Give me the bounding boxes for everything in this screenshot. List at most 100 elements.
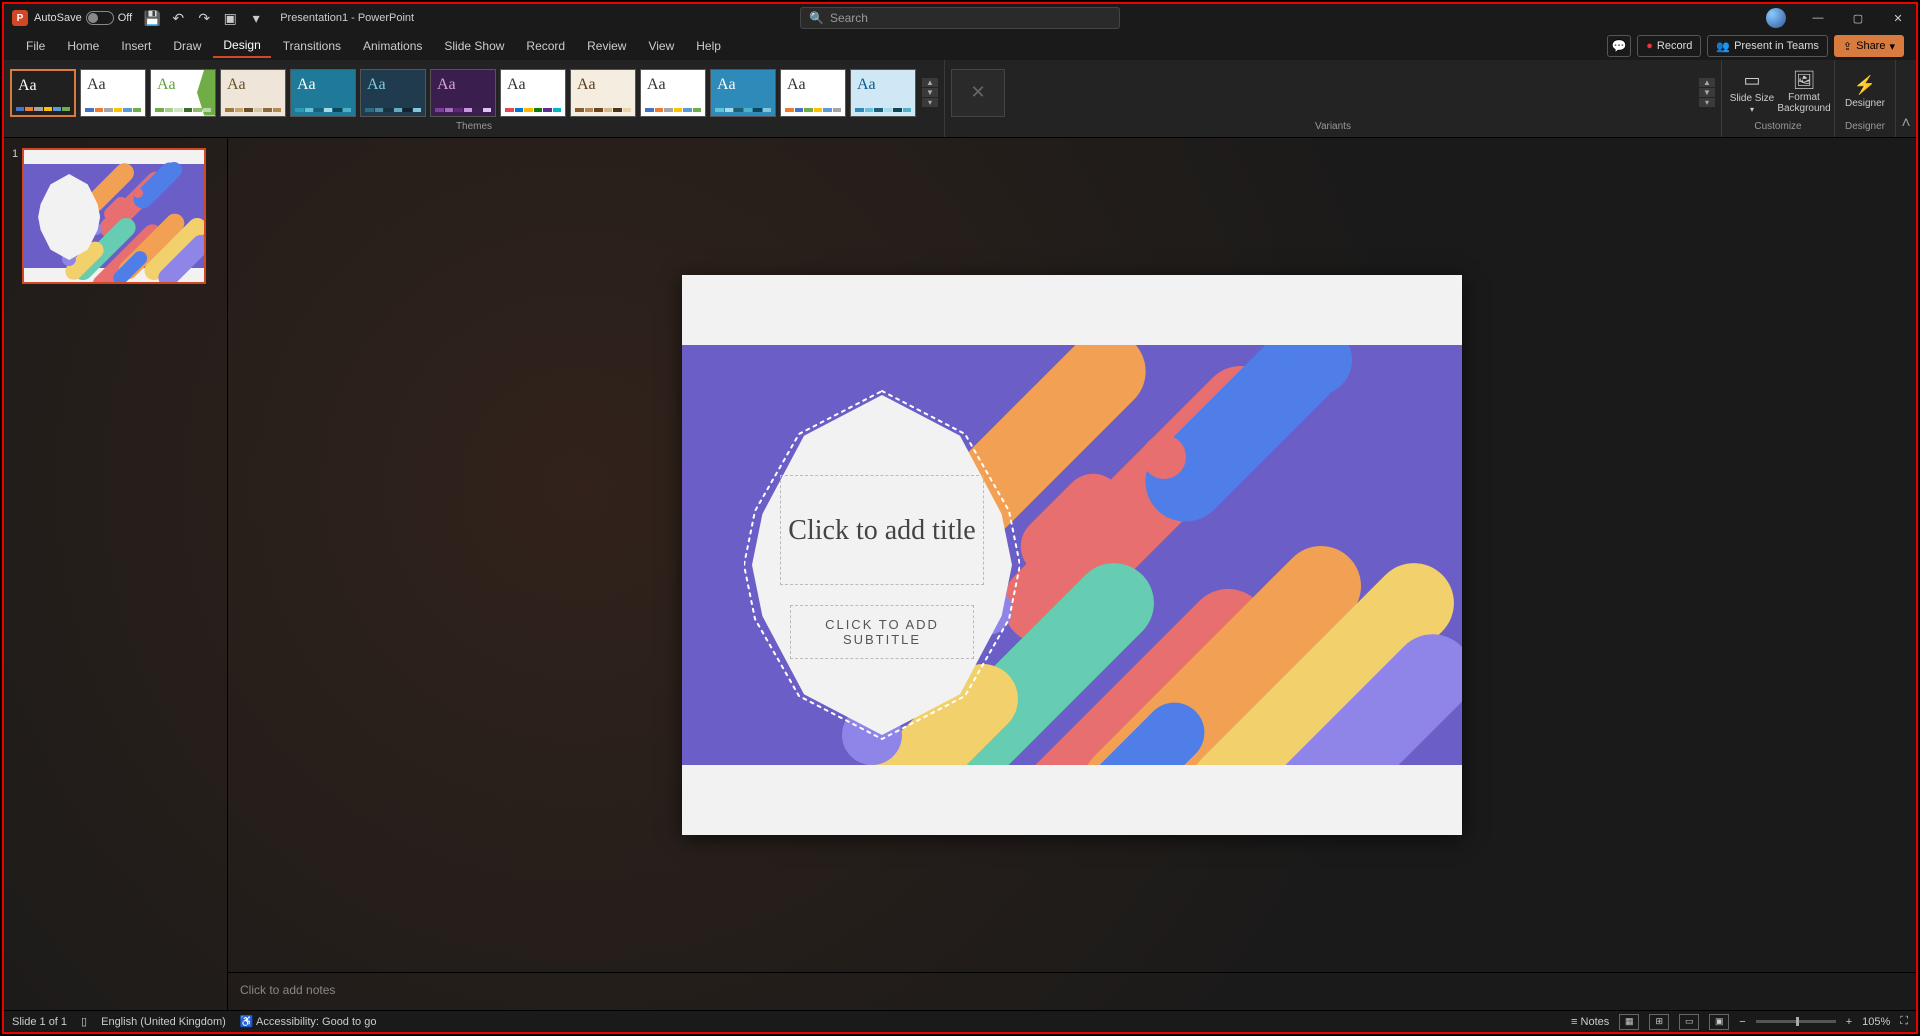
customize-group-label: Customize xyxy=(1728,121,1828,135)
zoom-slider[interactable] xyxy=(1756,1020,1836,1023)
title-placeholder[interactable]: Click to add title xyxy=(780,475,984,585)
thumbnail-number: 1 xyxy=(12,148,18,284)
autosave-toggle[interactable]: AutoSave Off xyxy=(34,11,132,25)
minimize-button[interactable]: — xyxy=(1800,4,1836,32)
qat-more-icon[interactable]: ▾ xyxy=(244,6,268,30)
document-title: Presentation1 - PowerPoint xyxy=(280,12,414,24)
gallery-up-icon[interactable]: ▲ xyxy=(922,78,938,87)
record-dot-icon: ● xyxy=(1646,40,1653,52)
gallery-down-icon[interactable]: ▼ xyxy=(922,88,938,97)
tab-transitions[interactable]: Transitions xyxy=(273,35,351,57)
tab-help[interactable]: Help xyxy=(686,35,731,57)
designer-icon: ⚡ xyxy=(1854,76,1876,96)
theme-thumbnail[interactable]: Aa xyxy=(430,69,496,117)
designer-group: ⚡Designer Designer xyxy=(1835,60,1896,137)
theme-thumbnail[interactable]: Aa xyxy=(710,69,776,117)
reading-view-button[interactable]: ▭ xyxy=(1679,1014,1699,1030)
slideshow-view-button[interactable]: ▣ xyxy=(1709,1014,1729,1030)
customize-group: ▭Slide Size▾ 🖼Format Background Customiz… xyxy=(1722,60,1835,137)
maximize-button[interactable]: ▢ xyxy=(1840,4,1876,32)
slide-canvas-area[interactable]: Click to add title CLICK TO ADD SUBTITLE xyxy=(228,138,1916,972)
save-icon[interactable]: 💾 xyxy=(140,6,164,30)
theme-thumbnail[interactable]: Aa xyxy=(10,69,76,117)
share-button[interactable]: ⇪Share▾ xyxy=(1834,35,1904,57)
undo-icon[interactable]: ↶ xyxy=(166,6,190,30)
tab-insert[interactable]: Insert xyxy=(111,35,161,57)
gallery-down-icon[interactable]: ▼ xyxy=(1699,88,1715,97)
normal-view-button[interactable]: ▦ xyxy=(1619,1014,1639,1030)
tab-home[interactable]: Home xyxy=(57,35,109,57)
comments-button[interactable]: 💬 xyxy=(1607,35,1631,57)
themes-gallery-controls: ▲ ▼ ▾ xyxy=(922,78,938,107)
theme-thumbnail[interactable]: Aa xyxy=(780,69,846,117)
powerpoint-window: P AutoSave Off 💾 ↶ ↷ ▣ ▾ Presentation1 -… xyxy=(2,2,1918,1034)
search-box[interactable]: 🔍 Search xyxy=(800,7,1120,29)
chevron-down-icon: ▾ xyxy=(1889,40,1895,53)
theme-thumbnail[interactable]: Aa xyxy=(640,69,706,117)
tab-view[interactable]: View xyxy=(638,35,684,57)
autosave-state: Off xyxy=(118,12,132,24)
theme-thumbnail[interactable]: Aa xyxy=(360,69,426,117)
notes-pane[interactable]: Click to add notes xyxy=(228,972,1916,1010)
workspace: 1 Click to add title CLICK TO ADD SUBTI xyxy=(4,138,1916,1010)
accessibility-status[interactable]: ♿ Accessibility: Good to go xyxy=(240,1015,377,1028)
format-background-button[interactable]: 🖼Format Background xyxy=(1780,65,1828,121)
variants-gallery-controls: ▲ ▼ ▾ xyxy=(1699,78,1715,107)
slide-counter[interactable]: Slide 1 of 1 xyxy=(12,1016,67,1028)
share-icon: ⇪ xyxy=(1843,40,1852,53)
teams-icon: 👥 xyxy=(1716,40,1730,53)
designer-button[interactable]: ⚡Designer xyxy=(1841,65,1889,121)
zoom-out-button[interactable]: − xyxy=(1739,1016,1745,1028)
fit-to-window-button[interactable]: ⛶ xyxy=(1900,1015,1908,1028)
theme-thumbnail[interactable]: Aa xyxy=(290,69,356,117)
tab-review[interactable]: Review xyxy=(577,35,636,57)
theme-thumbnail[interactable]: Aa xyxy=(220,69,286,117)
variant-placeholder[interactable]: ✕ xyxy=(951,69,1005,117)
gallery-up-icon[interactable]: ▲ xyxy=(1699,78,1715,87)
themes-gallery: AaAaAaAaAaAaAaAaAaAaAaAaAa xyxy=(10,69,916,117)
user-avatar[interactable] xyxy=(1766,8,1786,28)
subtitle-placeholder[interactable]: CLICK TO ADD SUBTITLE xyxy=(790,605,974,659)
zoom-level[interactable]: 105% xyxy=(1862,1016,1890,1028)
tab-draw[interactable]: Draw xyxy=(163,35,211,57)
theme-thumbnail[interactable]: Aa xyxy=(80,69,146,117)
collapse-ribbon-button[interactable]: ˄ xyxy=(1896,60,1916,137)
tab-record[interactable]: Record xyxy=(516,35,575,57)
present-icon[interactable]: ▣ xyxy=(218,6,242,30)
record-button[interactable]: ●Record xyxy=(1637,35,1701,57)
tab-design[interactable]: Design xyxy=(213,34,270,58)
slide-size-button[interactable]: ▭Slide Size▾ xyxy=(1728,65,1776,121)
chevron-down-icon: ▾ xyxy=(1750,106,1754,115)
gallery-more-icon[interactable]: ▾ xyxy=(922,98,938,107)
slide-thumbnail-1[interactable]: 1 xyxy=(12,148,219,284)
sorter-view-button[interactable]: ⊞ xyxy=(1649,1014,1669,1030)
tab-slideshow[interactable]: Slide Show xyxy=(434,35,514,57)
theme-thumbnail[interactable]: Aa xyxy=(500,69,566,117)
zoom-in-button[interactable]: + xyxy=(1846,1016,1852,1028)
status-bar: Slide 1 of 1 ▯ English (United Kingdom) … xyxy=(4,1010,1916,1032)
slide[interactable]: Click to add title CLICK TO ADD SUBTITLE xyxy=(682,275,1462,835)
redo-icon[interactable]: ↷ xyxy=(192,6,216,30)
themes-group: AaAaAaAaAaAaAaAaAaAaAaAaAa ▲ ▼ ▾ Themes xyxy=(4,60,945,137)
tab-animations[interactable]: Animations xyxy=(353,35,432,57)
theme-thumbnail[interactable]: Aa xyxy=(850,69,916,117)
close-button[interactable]: ✕ xyxy=(1880,4,1916,32)
editor-pane: Click to add title CLICK TO ADD SUBTITLE… xyxy=(228,138,1916,1010)
language-status[interactable]: English (United Kingdom) xyxy=(101,1016,226,1028)
spellcheck-icon[interactable]: ▯ xyxy=(81,1015,87,1028)
notes-toggle[interactable]: ≡ Notes xyxy=(1571,1016,1609,1028)
present-in-teams-button[interactable]: 👥Present in Teams xyxy=(1707,35,1828,57)
slide-thumbnails-pane[interactable]: 1 xyxy=(4,138,228,1010)
themes-group-label: Themes xyxy=(10,121,938,135)
variants-group-label: Variants xyxy=(951,121,1715,135)
quick-access-toolbar: 💾 ↶ ↷ ▣ ▾ xyxy=(140,6,268,30)
tab-file[interactable]: File xyxy=(16,35,55,57)
theme-thumbnail[interactable]: Aa xyxy=(570,69,636,117)
toggle-icon xyxy=(86,11,114,25)
gallery-more-icon[interactable]: ▾ xyxy=(1699,98,1715,107)
search-placeholder: Search xyxy=(830,11,868,25)
theme-thumbnail[interactable]: Aa xyxy=(150,69,216,117)
ribbon-design: AaAaAaAaAaAaAaAaAaAaAaAaAa ▲ ▼ ▾ Themes … xyxy=(4,60,1916,138)
variants-group: ✕ ▲ ▼ ▾ Variants xyxy=(945,60,1722,137)
slide-size-icon: ▭ xyxy=(1743,71,1760,91)
